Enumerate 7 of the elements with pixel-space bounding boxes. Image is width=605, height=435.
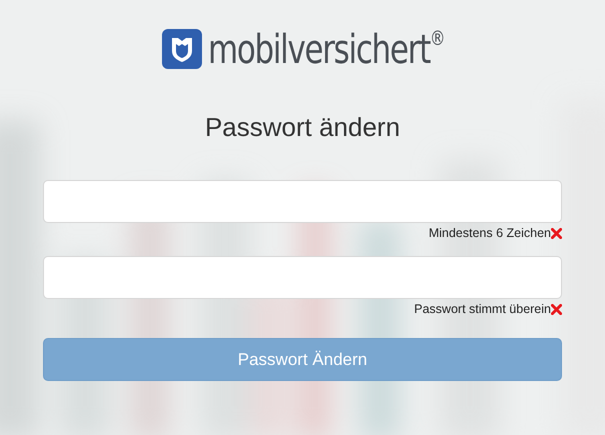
logo-text: mobilversichert$^{®}$	[208, 28, 444, 70]
password-field[interactable]	[43, 180, 562, 223]
page-title: Passwort ändern	[204, 112, 400, 143]
password-field[interactable]	[43, 256, 562, 299]
shield-logo-icon	[162, 29, 202, 69]
validation-message: Passwort stimmt überein	[414, 302, 551, 316]
validation-message: Mindestens 6 Zeichen	[428, 226, 551, 240]
